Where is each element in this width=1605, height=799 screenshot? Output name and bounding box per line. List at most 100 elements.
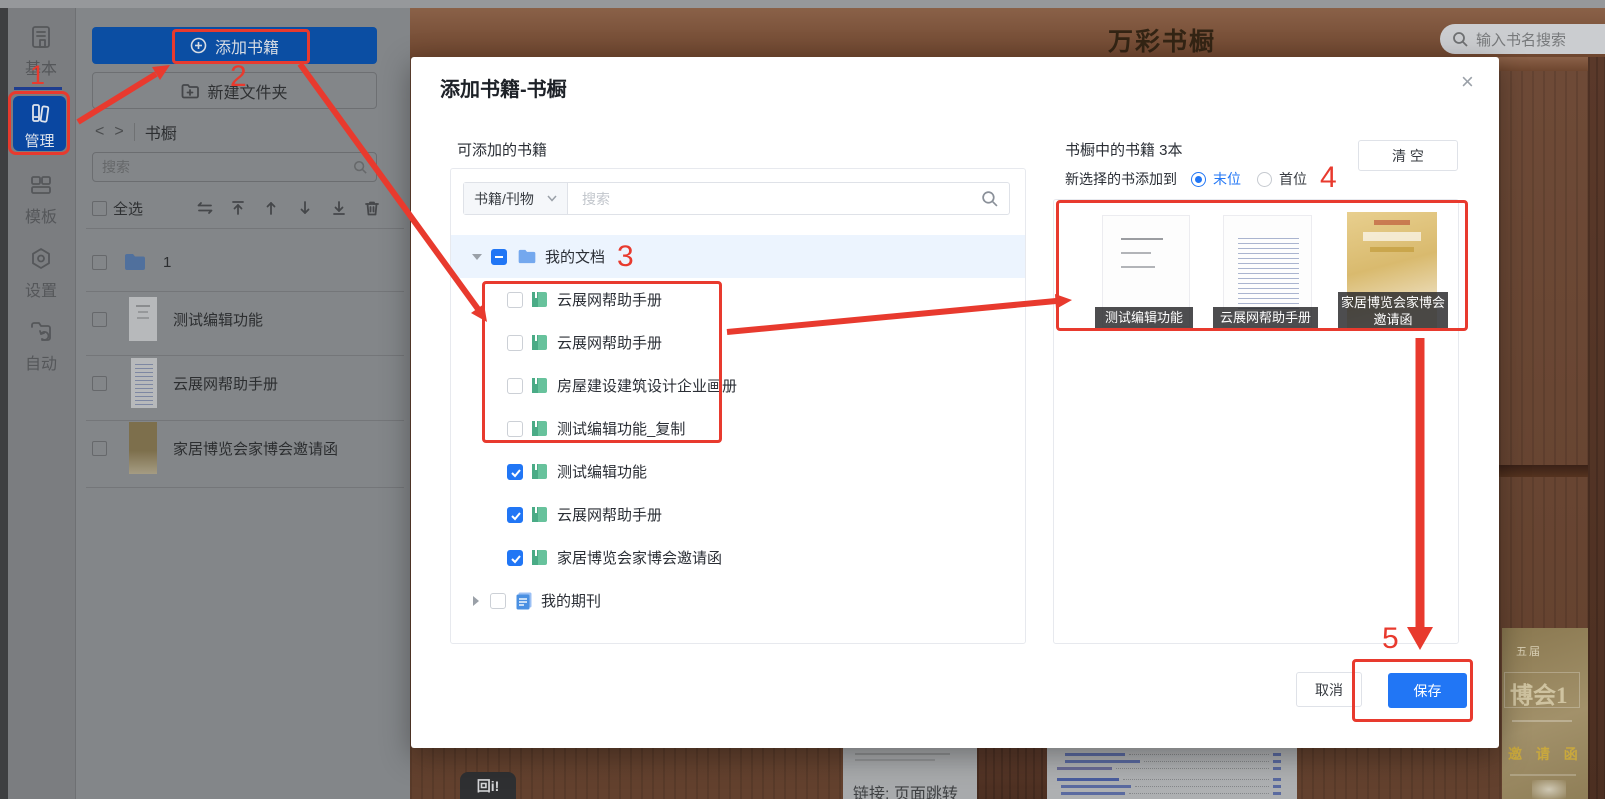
template-icon [28, 172, 54, 198]
reorder-icon[interactable] [196, 199, 214, 217]
close-icon[interactable]: × [1461, 71, 1474, 93]
page-link-text: 链接: 页面跳转 [853, 780, 958, 799]
tree-checkbox[interactable] [491, 249, 507, 265]
open-book-page-toc [1047, 748, 1297, 799]
add-book-button[interactable]: 添加书籍 [92, 27, 377, 64]
shelf-header-beam [410, 8, 1605, 57]
list-item-folder[interactable]: 1 [92, 252, 171, 272]
shelf-right-pillar [1588, 57, 1605, 799]
tree-checkbox[interactable] [507, 550, 523, 566]
annotation-underline [14, 87, 62, 90]
app-root: 万彩书橱 输入书名搜索 回i! 链接: 页面跳转 五届 博会1 邀 请 函 基本… [0, 0, 1605, 799]
brand-logo: 回i! [460, 772, 516, 799]
select-all-label: 全选 [113, 198, 143, 219]
save-button[interactable]: 保存 [1388, 673, 1467, 708]
row-checkbox[interactable] [92, 312, 107, 327]
book-search-pill[interactable]: 输入书名搜索 [1440, 24, 1605, 54]
gear-icon [28, 246, 54, 272]
row-checkbox[interactable] [92, 441, 107, 456]
window-top-strip [0, 0, 1605, 8]
move-up-icon[interactable] [262, 199, 280, 217]
list-item-book[interactable]: 家居博览会家博会邀请函 [92, 421, 338, 475]
select-all-checkbox[interactable] [92, 201, 107, 216]
tree-checkbox[interactable] [507, 378, 523, 394]
new-folder-button[interactable]: 新建文件夹 [92, 72, 377, 109]
move-top-icon[interactable] [229, 199, 247, 217]
tree-row-my-documents[interactable]: 我的文档 [451, 235, 1025, 278]
new-folder-label: 新建文件夹 [207, 79, 287, 103]
tree-row-book[interactable]: 测试编辑功能 [451, 450, 1025, 493]
basic-icon [28, 24, 54, 50]
sidebar-item-basic[interactable]: 基本 [8, 24, 74, 79]
book-thumbnail [131, 358, 157, 408]
breadcrumb: < > 书橱 [95, 121, 177, 143]
book-thumbnail [129, 297, 157, 341]
gold-book-line2: 博会1 [1510, 676, 1568, 710]
tree-checkbox[interactable] [507, 507, 523, 523]
search-icon[interactable] [981, 190, 998, 207]
caret-right-icon[interactable] [473, 596, 479, 606]
search-icon [1452, 31, 1468, 47]
plus-circle-icon [190, 37, 207, 54]
row-label: 测试编辑功能 [173, 309, 263, 330]
tree-search-placeholder[interactable]: 搜索 [582, 189, 981, 209]
radio-front[interactable] [1257, 172, 1272, 187]
tree-row-book[interactable]: 房屋建设建筑设计企业画册 [451, 364, 1025, 407]
sidebar-item-settings[interactable]: 设置 [8, 246, 74, 301]
list-item-book[interactable]: 测试编辑功能 [92, 294, 263, 344]
tree-row-book[interactable]: 家居博览会家博会邀请函 [451, 536, 1025, 579]
radio-end-label[interactable]: 末位 [1213, 169, 1241, 189]
book-icon [531, 291, 548, 308]
book-icon [531, 506, 548, 523]
sidebar-item-label: 设置 [8, 277, 74, 301]
tree-checkbox[interactable] [490, 593, 506, 609]
window-edge [0, 0, 8, 799]
radio-front-label[interactable]: 首位 [1279, 169, 1307, 189]
sidebar-item-template[interactable]: 模板 [8, 172, 74, 227]
sidebar-item-manage[interactable]: 管理 [13, 96, 66, 151]
row-checkbox[interactable] [92, 255, 107, 270]
forward-icon[interactable]: > [114, 123, 123, 141]
move-down-icon[interactable] [296, 199, 314, 217]
row-label: 云展网帮助手册 [173, 373, 278, 394]
folder-icon [123, 252, 147, 272]
select-all-control[interactable]: 全选 [92, 198, 143, 219]
type-filter-value: 书籍/刊物 [474, 189, 534, 209]
book-thumbnail [129, 422, 157, 474]
thumbnail-caption: 测试编辑功能 [1095, 307, 1193, 328]
chevron-down-icon [547, 195, 557, 202]
trash-icon[interactable] [363, 199, 381, 217]
tree-checkbox[interactable] [507, 421, 523, 437]
type-filter-select[interactable]: 书籍/刊物 [464, 183, 568, 214]
back-icon[interactable]: < [95, 123, 104, 141]
tree-row-book[interactable]: 云展网帮助手册 [451, 321, 1025, 364]
sidebar-item-label: 模板 [8, 203, 74, 227]
row-label: 1 [163, 254, 171, 271]
clear-button[interactable]: 清 空 [1358, 140, 1458, 171]
shelf-books-heading: 书橱中的书籍 3本 [1065, 139, 1183, 160]
tree-row-book[interactable]: 云展网帮助手册 [451, 493, 1025, 536]
shelf-pillar-bottom [977, 748, 1047, 799]
panel-search-input[interactable]: 搜索 [92, 152, 377, 182]
tree-row-my-journals[interactable]: 我的期刊 [451, 579, 1025, 622]
tree-checkbox[interactable] [507, 464, 523, 480]
row-label: 家居博览会家博会邀请函 [173, 438, 338, 459]
tree-row-book[interactable]: 测试编辑功能_复制 [451, 407, 1025, 450]
book-icon [531, 420, 548, 437]
tree-checkbox[interactable] [507, 335, 523, 351]
move-bottom-icon[interactable] [330, 199, 348, 217]
sidebar-item-label: 基本 [8, 55, 74, 79]
list-item-book[interactable]: 云展网帮助手册 [92, 357, 278, 409]
cancel-button[interactable]: 取消 [1296, 672, 1362, 707]
available-books-heading: 可添加的书籍 [457, 139, 547, 160]
caret-down-icon[interactable] [472, 254, 482, 260]
book-icon [531, 549, 548, 566]
radio-end[interactable] [1191, 172, 1206, 187]
row-checkbox[interactable] [92, 376, 107, 391]
tree-row-book[interactable]: 云展网帮助手册 [451, 278, 1025, 321]
gold-book-line1: 五届 [1516, 643, 1542, 659]
book-icon [531, 463, 548, 480]
sidebar-item-auto[interactable]: 自动 [8, 319, 74, 374]
tree-checkbox[interactable] [507, 292, 523, 308]
gold-book-line3: 邀 请 函 [1508, 744, 1583, 764]
